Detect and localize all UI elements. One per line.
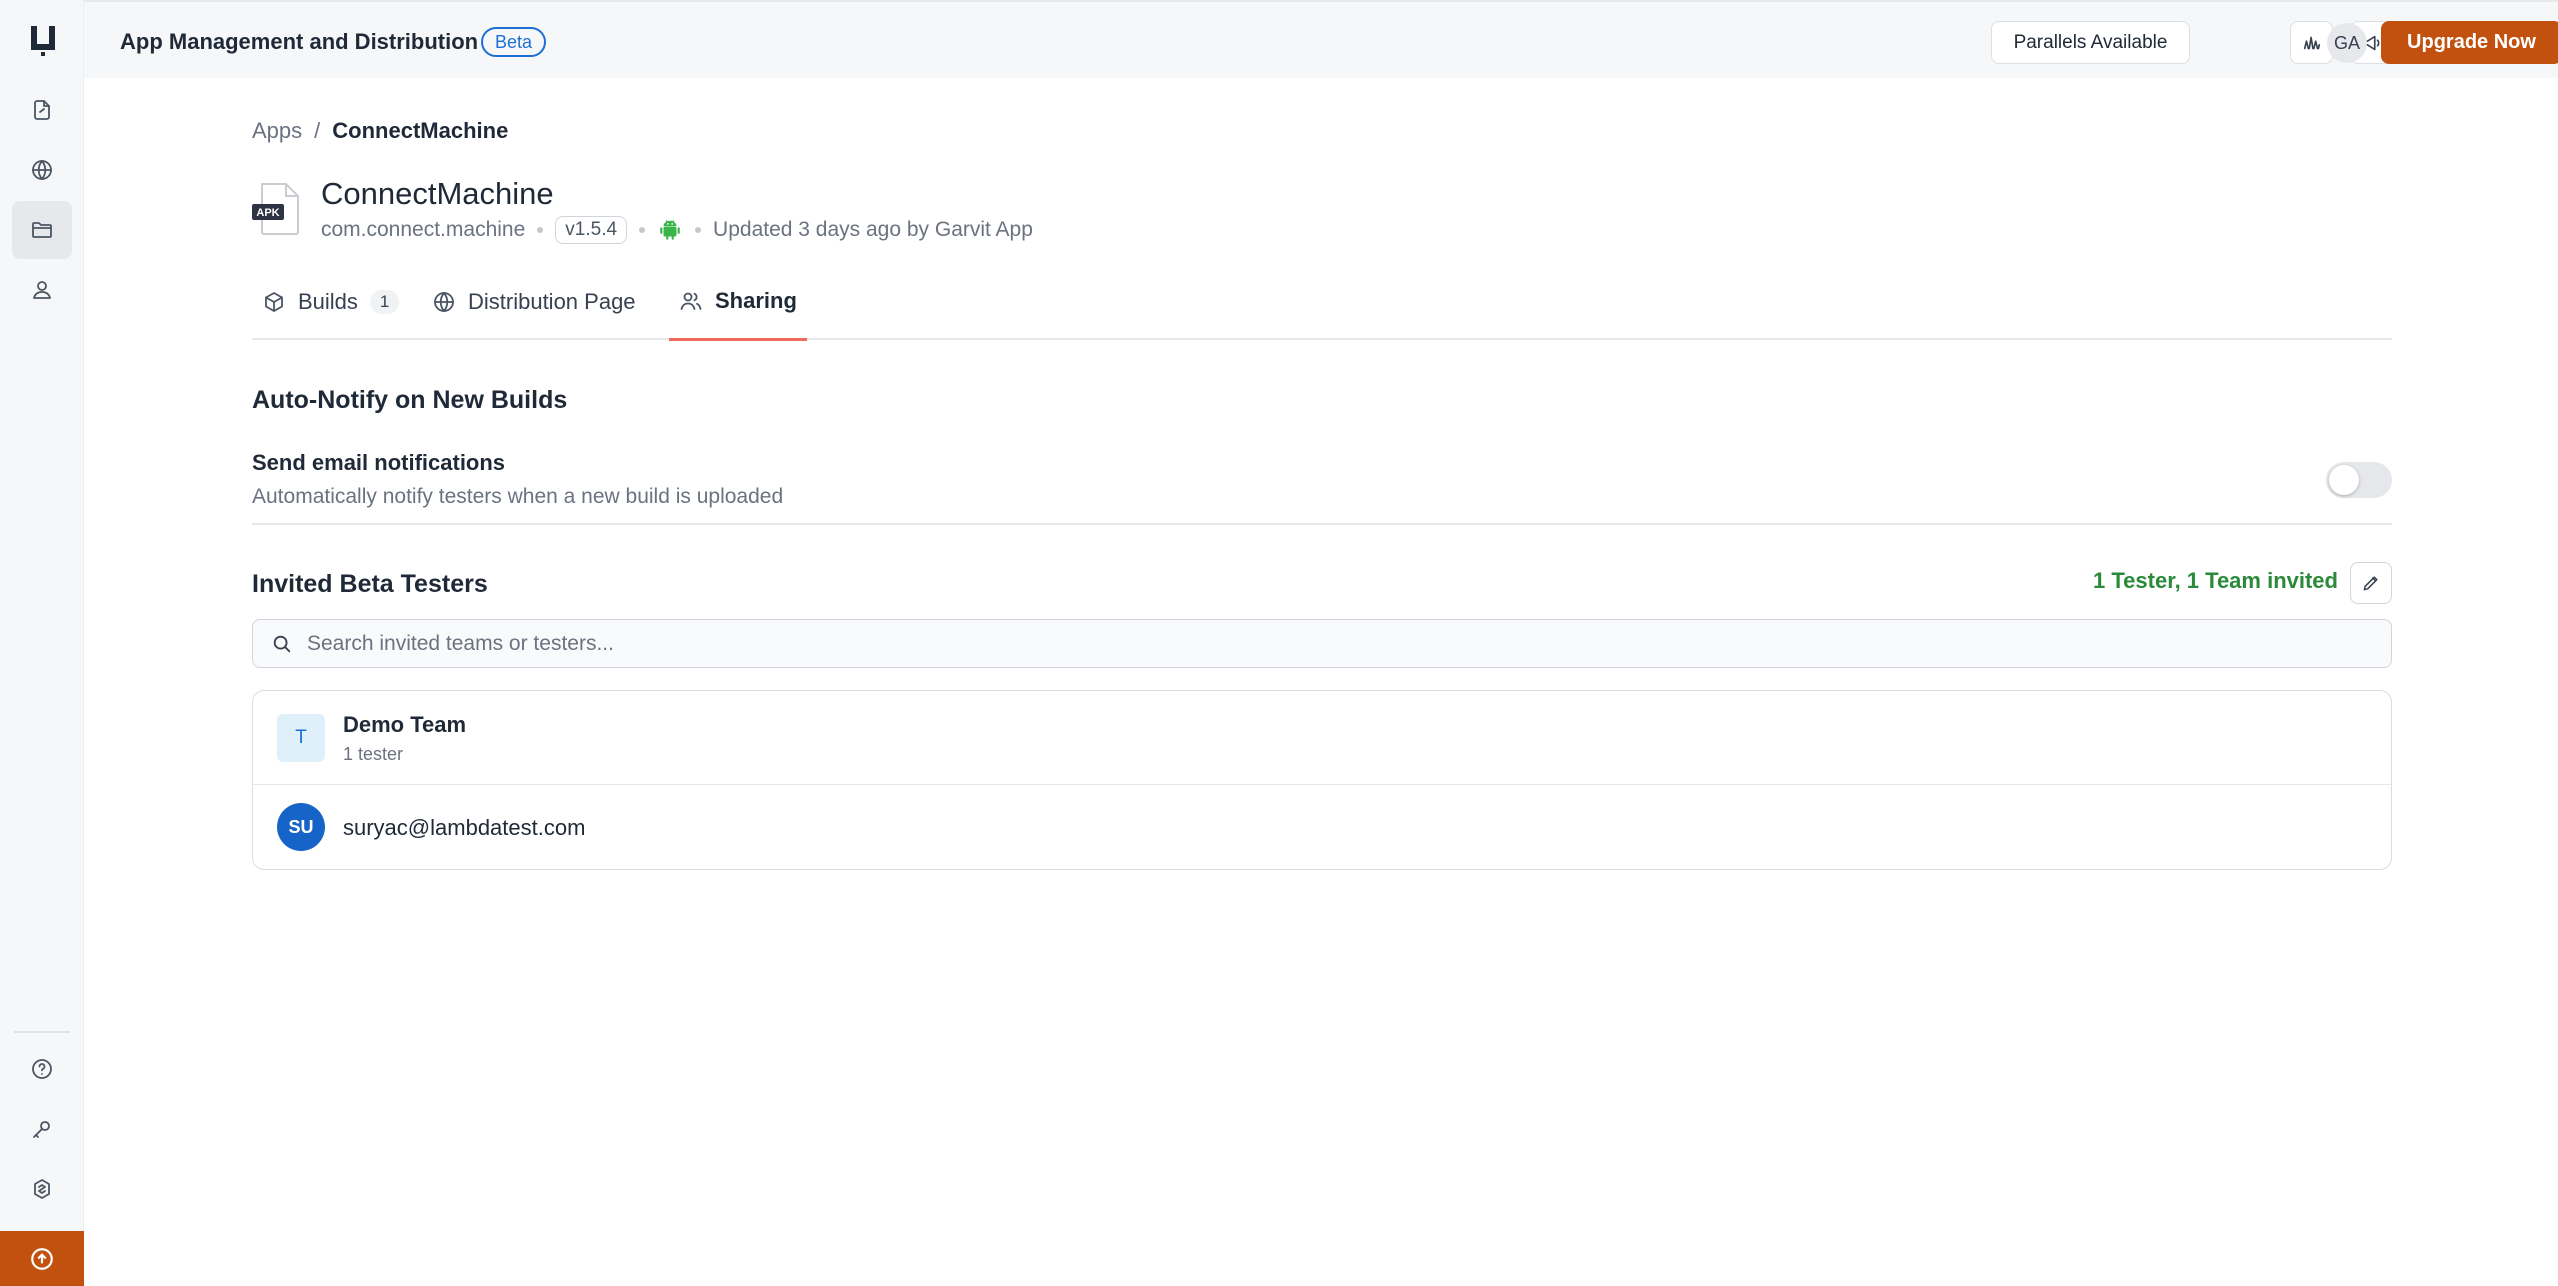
tab-builds-label: Builds <box>298 289 358 314</box>
invited-testers-title: Invited Beta Testers <box>252 570 488 598</box>
invited-summary: 1 Tester, 1 Team invited <box>2093 568 2338 593</box>
meta-separator-dot <box>695 227 702 233</box>
upgrade-arrow-icon <box>31 1247 53 1270</box>
sidebar-item-user[interactable] <box>12 261 72 319</box>
sidebar-item-app-file[interactable] <box>12 81 72 139</box>
section-divider <box>252 523 2392 525</box>
tab-builds[interactable]: Builds 1 <box>252 264 409 340</box>
team-avatar: T <box>277 714 325 762</box>
meta-separator-dot <box>537 227 544 233</box>
help-icon <box>32 1059 52 1079</box>
sidebar-item-folder[interactable] <box>12 201 72 259</box>
parallels-available-button[interactable]: Parallels Available <box>1991 21 2190 64</box>
toggle-knob <box>2329 465 2359 495</box>
apk-file-icon: APK <box>252 183 299 235</box>
breadcrumb-separator: / <box>314 118 321 143</box>
sidebar-item-key[interactable] <box>12 1100 72 1158</box>
builds-count-badge: 1 <box>369 290 400 314</box>
app-file-icon <box>34 100 50 120</box>
sidebar-upgrade-button[interactable] <box>0 1231 84 1286</box>
team-tester-count: 1 tester <box>343 744 404 764</box>
tab-distribution-page[interactable]: Distribution Page <box>422 264 646 340</box>
tab-distribution-label: Distribution Page <box>468 289 636 314</box>
search-input[interactable] <box>307 620 2377 667</box>
tab-sharing[interactable]: Sharing <box>669 264 807 341</box>
sidebar-item-globe[interactable] <box>12 141 72 199</box>
tab-sharing-label: Sharing <box>715 288 797 313</box>
auto-notify-title: Auto-Notify on New Builds <box>252 386 568 414</box>
app-name: ConnectMachine <box>321 176 554 211</box>
signal-icon <box>2303 36 2320 49</box>
globe-icon <box>434 292 454 312</box>
list-item-tester[interactable]: SU suryac@lambdatest.com <box>253 785 2391 869</box>
header-title: App Management and Distribution <box>120 29 479 54</box>
tab-bar: Builds 1 Distribution Page Sharing <box>252 264 2392 341</box>
left-sidebar <box>0 0 84 1286</box>
top-header: App Management and Distribution Beta Par… <box>84 0 2558 78</box>
invited-search-bar <box>252 619 2392 668</box>
upgrade-now-button[interactable]: Upgrade Now <box>2381 21 2558 64</box>
user-avatar-button[interactable]: GA <box>2327 23 2367 63</box>
globe-icon <box>32 160 52 180</box>
app-version-badge: v1.5.4 <box>555 216 628 244</box>
logo-icon[interactable] <box>27 22 59 56</box>
email-notifications-description: Automatically notify testers when a new … <box>252 485 784 508</box>
pencil-icon <box>2363 576 2378 591</box>
android-icon <box>660 219 680 240</box>
settings-icon <box>34 1179 50 1199</box>
app-meta: com.connect.machine v1.5.4 Updated 3 day… <box>321 214 1033 246</box>
app-updated-text: Updated 3 days ago by Garvit App <box>713 218 1033 241</box>
users-icon <box>680 292 702 310</box>
sidebar-divider <box>14 1031 70 1033</box>
beta-badge: Beta <box>481 27 547 57</box>
breadcrumb-current: ConnectMachine <box>332 118 509 143</box>
meta-separator-dot <box>639 227 646 233</box>
team-name: Demo Team <box>343 712 467 737</box>
app-package: com.connect.machine <box>321 218 526 241</box>
email-notifications-label: Send email notifications <box>252 450 506 475</box>
list-item-team[interactable]: T Demo Team 1 tester <box>253 691 2391 785</box>
sidebar-item-help[interactable] <box>12 1040 72 1098</box>
breadcrumb-apps-link[interactable]: Apps <box>252 118 302 143</box>
sidebar-item-settings[interactable] <box>12 1160 72 1218</box>
user-icon <box>33 281 51 299</box>
key-icon <box>33 1121 50 1138</box>
breadcrumb: Apps / ConnectMachine <box>252 118 508 144</box>
apk-badge-text: APK <box>256 207 279 219</box>
invited-list: T Demo Team 1 tester SU suryac@lambdates… <box>252 690 2392 870</box>
edit-invites-button[interactable] <box>2350 562 2392 604</box>
folder-icon <box>32 222 52 238</box>
search-icon <box>273 635 291 653</box>
cube-icon <box>265 292 283 312</box>
tester-avatar: SU <box>277 803 325 851</box>
tester-email: suryac@lambdatest.com <box>343 815 586 840</box>
email-notifications-toggle[interactable] <box>2326 462 2392 498</box>
